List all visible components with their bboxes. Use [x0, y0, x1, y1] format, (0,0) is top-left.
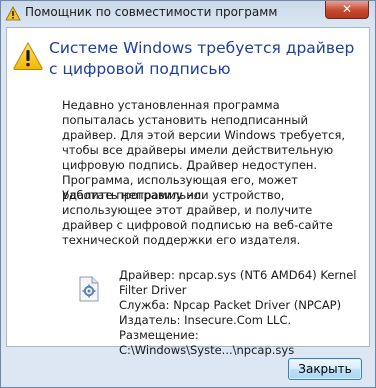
compatibility-assistant-window: Помощник по совместимости программ ✕ Сис… — [0, 0, 376, 388]
driver-details: Драйвер: npcap.sys (NT6 AMD64) Kernel Fi… — [119, 268, 359, 358]
service-name: Служба: Npcap Packet Driver (NPCAP) — [119, 298, 342, 312]
window-title: Помощник по совместимости программ — [25, 5, 278, 19]
close-button[interactable]: Закрыть — [288, 358, 362, 380]
close-icon: ✕ — [341, 2, 353, 16]
dialog-footer: Закрыть — [1, 347, 375, 387]
recommendation-paragraph: Удалите программу или устройство, исполь… — [62, 188, 333, 247]
system-file-icon — [79, 276, 99, 302]
publisher-name: Издатель: Insecure.Com LLC. — [119, 313, 292, 327]
warning-icon — [13, 41, 43, 70]
title-bar[interactable]: Помощник по совместимости программ ✕ — [1, 1, 375, 27]
compatibility-assistant-icon — [5, 6, 21, 21]
dialog-headline: Системе Windows требуется драйвер с цифр… — [49, 39, 355, 78]
dialog-content: Системе Windows требуется драйвер с цифр… — [6, 27, 370, 357]
title-close-button[interactable]: ✕ — [325, 1, 369, 19]
driver-name: Драйвер: npcap.sys (NT6 AMD64) Kernel Fi… — [119, 268, 357, 297]
